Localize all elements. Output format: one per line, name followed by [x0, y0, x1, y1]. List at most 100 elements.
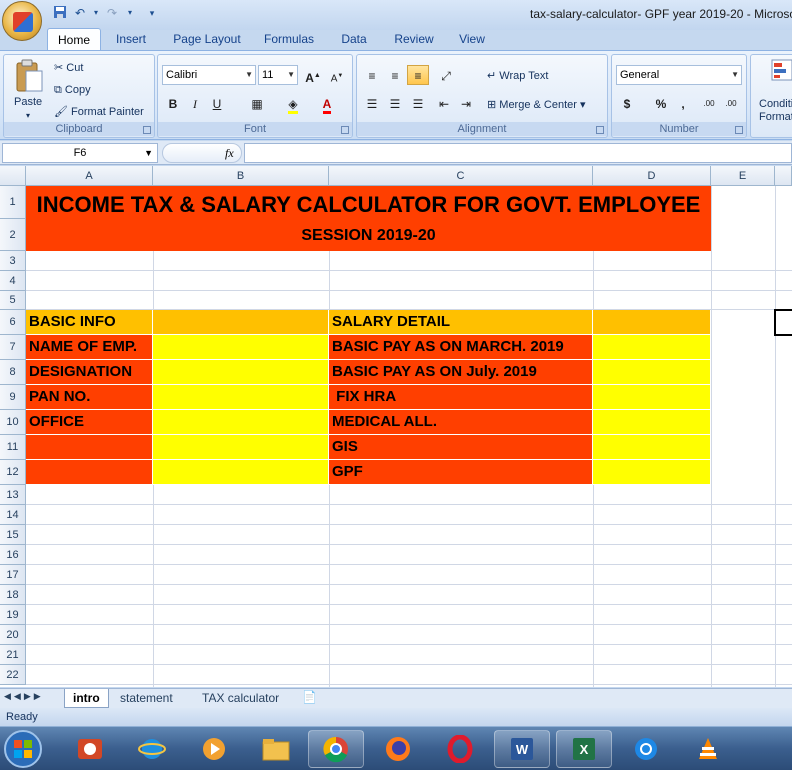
fill-color-button[interactable]: ◈ [282, 93, 304, 114]
cell-d9[interactable] [593, 385, 711, 410]
sheet-tab-statement[interactable]: statement [112, 689, 181, 708]
column-header-e[interactable]: E [711, 166, 775, 186]
column-header-d[interactable]: D [593, 166, 711, 186]
chrome-icon[interactable] [308, 730, 364, 768]
tab-page-layout[interactable]: Page Layout [170, 28, 244, 50]
insert-function-icon[interactable]: fx [225, 146, 234, 161]
decrease-decimal-button[interactable]: .00 [720, 93, 742, 113]
conditional-formatting-icon[interactable] [771, 59, 792, 84]
column-header-a[interactable]: A [26, 166, 153, 186]
cell-b11[interactable] [153, 435, 329, 460]
row-header-8[interactable]: 8 [0, 360, 26, 385]
align-center-button[interactable]: ☰ [384, 93, 406, 113]
row-header-5[interactable]: 5 [0, 291, 26, 310]
cell-b10[interactable] [153, 410, 329, 435]
cell-a10[interactable]: OFFICE [26, 410, 153, 435]
paste-button[interactable]: Paste [14, 95, 42, 109]
insert-sheet-icon[interactable]: 📄 [302, 690, 317, 704]
cell-c8[interactable]: BASIC PAY AS ON July. 2019 [329, 360, 593, 385]
internet-explorer-icon[interactable] [124, 730, 180, 768]
cell-d11[interactable] [593, 435, 711, 460]
cell-b7[interactable] [153, 335, 329, 360]
borders-button[interactable]: ▦ [246, 93, 268, 113]
customize-qat-icon[interactable]: ▾ [144, 5, 160, 21]
row-header-21[interactable]: 21 [0, 645, 26, 665]
media-player-icon[interactable] [186, 730, 242, 768]
increase-decimal-button[interactable]: .00 [698, 93, 720, 113]
row-header-9[interactable]: 9 [0, 385, 26, 410]
tab-view[interactable]: View [452, 28, 492, 50]
cell-a12[interactable] [26, 460, 153, 485]
sheet-tab-tax-calculator[interactable]: TAX calculator [194, 689, 287, 708]
formula-input[interactable] [244, 143, 792, 163]
percent-button[interactable]: % [650, 93, 672, 113]
worksheet-grid[interactable]: A B C D E 1 2 3 4 5 6 7 8 9 10 11 12 13 … [0, 166, 792, 687]
row-header-3[interactable]: 3 [0, 251, 26, 271]
format-painter-button[interactable]: 🖌 Format Painter [54, 105, 144, 119]
bold-button[interactable]: B [162, 93, 184, 113]
align-bottom-button[interactable]: ≡ [407, 65, 429, 85]
sync-app-icon[interactable] [618, 730, 674, 768]
cell-c11[interactable]: GIS [329, 435, 593, 460]
clipboard-launcher-icon[interactable] [143, 126, 151, 134]
number-format-select[interactable]: General ▼ [616, 65, 742, 85]
font-name-select[interactable]: Calibri ▼ [162, 65, 256, 85]
column-header-f[interactable] [775, 166, 792, 186]
active-cell-f6[interactable] [774, 309, 792, 336]
cell-c6[interactable]: SALARY DETAIL [329, 310, 593, 335]
cell-c9[interactable]: FIX HRA [329, 385, 593, 410]
column-header-b[interactable]: B [153, 166, 329, 186]
font-size-select[interactable]: 11 ▼ [258, 65, 298, 85]
undo-dropdown-icon[interactable]: ▾ [88, 5, 104, 21]
cell-d7[interactable] [593, 335, 711, 360]
office-button[interactable] [2, 1, 42, 41]
cell-d8[interactable] [593, 360, 711, 385]
opera-icon[interactable] [432, 730, 488, 768]
shrink-font-button[interactable]: A▼ [326, 65, 348, 85]
row-header-11[interactable]: 11 [0, 435, 26, 460]
sheet-nav-arrows-icon[interactable]: ◀◀▶▶ [4, 691, 44, 702]
firefox-icon[interactable] [370, 730, 426, 768]
row-header-14[interactable]: 14 [0, 505, 26, 525]
row-header-22[interactable]: 22 [0, 665, 26, 685]
row-header-20[interactable]: 20 [0, 625, 26, 645]
cell-a11[interactable] [26, 435, 153, 460]
tab-formulas[interactable]: Formulas [259, 28, 319, 50]
row-header-10[interactable]: 10 [0, 410, 26, 435]
row-header-16[interactable]: 16 [0, 545, 26, 565]
cell-d10[interactable] [593, 410, 711, 435]
row-header-15[interactable]: 15 [0, 525, 26, 545]
tab-data[interactable]: Data [334, 28, 374, 50]
file-explorer-icon[interactable] [248, 730, 304, 768]
comma-button[interactable]: , [672, 93, 694, 113]
cell-d12[interactable] [593, 460, 711, 485]
align-left-button[interactable]: ☰ [361, 93, 383, 113]
row-header-19[interactable]: 19 [0, 605, 26, 625]
font-color-button[interactable]: A [316, 93, 338, 114]
increase-indent-button[interactable]: ⇥ [455, 93, 477, 113]
cell-c12[interactable]: GPF [329, 460, 593, 485]
tab-insert[interactable]: Insert [108, 28, 154, 50]
underline-button[interactable]: U [206, 93, 228, 113]
cell-c7[interactable]: BASIC PAY AS ON MARCH. 2019 [329, 335, 593, 360]
cell-c10[interactable]: MEDICAL ALL. [329, 410, 593, 435]
align-top-button[interactable]: ≡ [361, 65, 383, 85]
undo-icon[interactable]: ↶ [72, 5, 88, 21]
wrap-text-button[interactable]: ↵ Wrap Text [487, 69, 548, 83]
number-launcher-icon[interactable] [735, 126, 743, 134]
row-header-7[interactable]: 7 [0, 335, 26, 360]
merge-center-button[interactable]: ⊞ Merge & Center ▾ [487, 98, 586, 112]
sheet-tab-intro[interactable]: intro [64, 689, 109, 708]
align-right-button[interactable]: ☰ [407, 93, 429, 113]
vlc-icon[interactable] [680, 730, 736, 768]
powerpoint-viewer-icon[interactable] [62, 730, 118, 768]
alignment-launcher-icon[interactable] [596, 126, 604, 134]
grow-font-button[interactable]: A▲ [302, 65, 324, 85]
row-header-12[interactable]: 12 [0, 460, 26, 485]
cell-d6[interactable] [593, 310, 711, 335]
cell-a8[interactable]: DESIGNATION [26, 360, 153, 385]
italic-button[interactable]: I [184, 93, 206, 113]
row-header-17[interactable]: 17 [0, 565, 26, 585]
start-orb-icon[interactable] [2, 728, 46, 770]
cell-b8[interactable] [153, 360, 329, 385]
